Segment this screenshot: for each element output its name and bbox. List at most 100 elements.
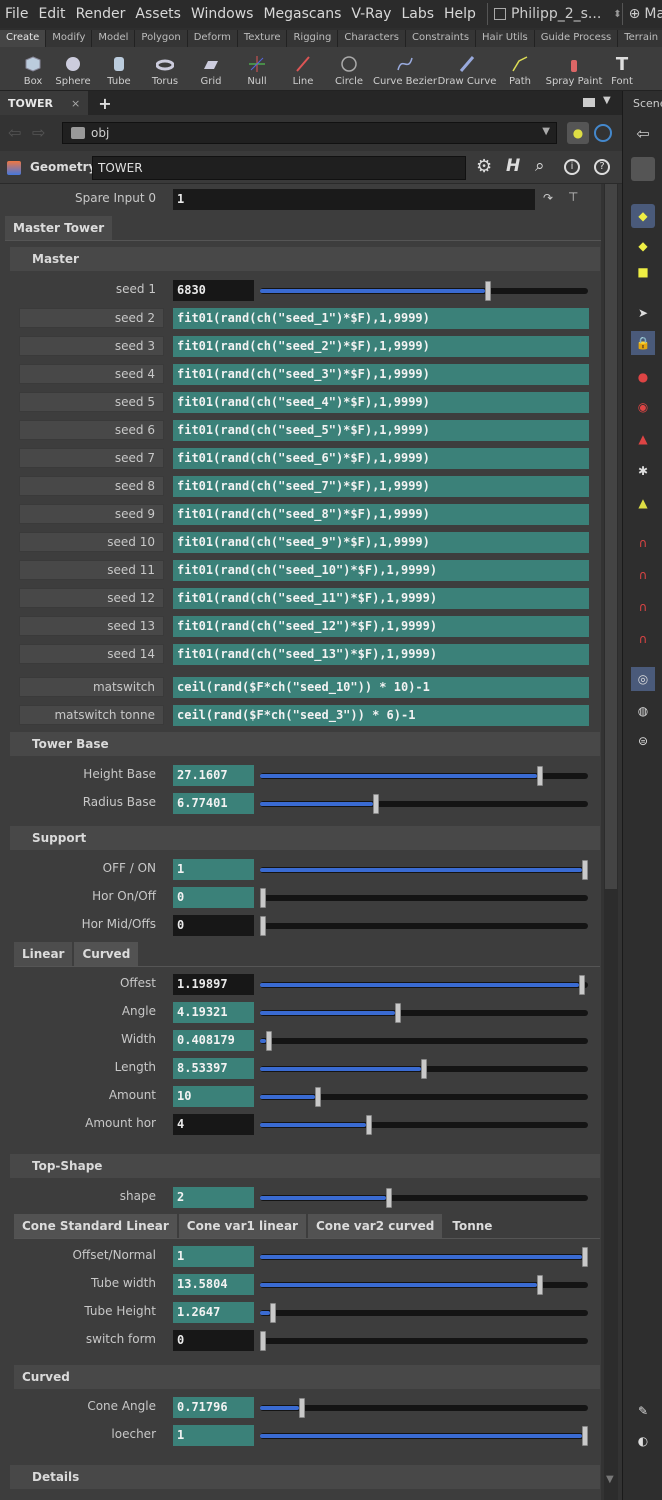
jump-arrow-icon[interactable]: ↷ (543, 191, 553, 205)
slider-handle[interactable] (314, 1087, 321, 1107)
shelf-tab-hair-utils[interactable]: Hair Utils (476, 30, 535, 47)
linear-slider[interactable] (260, 1031, 588, 1051)
seed-1-field[interactable]: 6830 (173, 280, 254, 301)
seed-5-field[interactable]: fit01(rand(ch("seed_4")*$F),1,9999) (173, 392, 589, 413)
shelf-tab-terrain[interactable]: Terrain (618, 30, 662, 47)
rotate-tool-icon[interactable]: ◉ (631, 395, 655, 419)
slider-handle[interactable] (372, 794, 379, 814)
tool-grid[interactable]: Grid (188, 47, 234, 90)
tab-cone-standard-linear[interactable]: Cone Standard Linear (14, 1214, 177, 1238)
path-field[interactable]: obj ▼ (62, 122, 557, 144)
linear-slider[interactable] (260, 1115, 588, 1135)
support-slider[interactable] (260, 916, 588, 936)
snap-icon[interactable]: ◍ (631, 699, 655, 723)
shelf-tab-polygon[interactable]: Polygon (135, 30, 188, 47)
pane-layout-icon[interactable] (583, 98, 595, 107)
shelf-tab-constraints[interactable]: Constraints (405, 30, 477, 47)
magnet-d-icon[interactable]: ∩ (631, 627, 655, 651)
menu-render[interactable]: Render (71, 6, 131, 22)
menu-megascans[interactable]: Megascans (258, 6, 346, 22)
pane-tab-tower[interactable]: TOWER × (0, 91, 89, 115)
pin-icon[interactable]: ● (567, 122, 589, 144)
node-name-field[interactable]: TOWER (92, 156, 466, 180)
section-master[interactable]: Master (10, 247, 600, 271)
slider-handle[interactable] (260, 888, 266, 908)
tool-font[interactable]: T Font (604, 47, 640, 90)
linear-slider[interactable] (260, 1003, 588, 1023)
tower-base-field[interactable]: 27.1607 (173, 765, 254, 786)
slider-handle[interactable] (298, 1398, 305, 1418)
tab-master-tower[interactable]: Master Tower (5, 216, 113, 240)
tower-base-slider[interactable] (260, 794, 588, 814)
seed-4-field[interactable]: fit01(rand(ch("seed_3")*$F),1,9999) (173, 364, 589, 385)
slider-handle[interactable] (582, 1426, 588, 1446)
shelf-tab-characters[interactable]: Characters (338, 30, 406, 47)
linear-field[interactable]: 0.408179 (173, 1030, 254, 1051)
scroll-down-icon[interactable]: ▼ (606, 1474, 614, 1485)
tonne-slider[interactable] (260, 1331, 588, 1351)
search-icon[interactable]: ⌕ (535, 156, 545, 176)
view-camera-icon[interactable]: ◎ (631, 667, 655, 691)
support-slider[interactable] (260, 888, 588, 908)
curved-field[interactable]: 1 (173, 1425, 254, 1446)
pane-menu-icon[interactable]: ▼ (603, 95, 611, 106)
menu-file[interactable]: File (0, 6, 33, 22)
slider-handle[interactable] (385, 1188, 392, 1208)
menu-vray[interactable]: V-Ray (346, 6, 396, 22)
linear-field[interactable]: 4.19321 (173, 1002, 254, 1023)
tab-tonne[interactable]: Tonne (444, 1214, 501, 1238)
magnet-c-icon[interactable]: ∩ (631, 595, 655, 619)
menu-assets[interactable]: Assets (130, 6, 186, 22)
tonne-field[interactable]: 0 (173, 1330, 254, 1351)
seed-12-field[interactable]: fit01(rand(ch("seed_11")*$F),1,9999) (173, 588, 589, 609)
seed-2-field[interactable]: fit01(rand(ch("seed_1")*$F),1,9999) (173, 308, 589, 329)
section-tower-base[interactable]: Tower Base (10, 732, 600, 756)
slider-handle[interactable] (260, 916, 266, 936)
slider-handle[interactable] (578, 975, 585, 995)
pointer-icon[interactable]: ➤ (631, 301, 655, 325)
tab-cone-var1-linear[interactable]: Cone var1 linear (178, 1214, 306, 1238)
handle-tool-icon[interactable]: ▲ (631, 491, 655, 515)
back-arrow-icon[interactable]: ⇦ (8, 123, 21, 142)
shelf-tab-guide-process[interactable]: Guide Process (534, 30, 619, 47)
tool-draw-curve[interactable]: Draw Curve (438, 47, 496, 90)
lock-icon[interactable]: 🔒 (631, 331, 655, 355)
link-icon[interactable] (594, 124, 612, 142)
shelf-tab-rigging[interactable]: Rigging (287, 30, 339, 47)
seed-3-field[interactable]: fit01(rand(ch("seed_2")*$F),1,9999) (173, 336, 589, 357)
slider-handle[interactable] (421, 1059, 427, 1079)
linear-field[interactable]: 1.19897 (173, 974, 254, 995)
tool-tube[interactable]: Tube (96, 47, 142, 90)
tonne-field[interactable]: 1.2647 (173, 1302, 254, 1323)
info-icon[interactable]: i (564, 159, 580, 175)
shelf-tab-model[interactable]: Model (92, 30, 136, 47)
tool-torus[interactable]: Torus (142, 47, 188, 90)
scrollbar[interactable]: ▼ (601, 184, 622, 1500)
support-slider[interactable] (260, 860, 588, 880)
seed-10-field[interactable]: fit01(rand(ch("seed_9")*$F),1,9999) (173, 532, 589, 553)
desktop-selector[interactable]: Philipp_2_s... ⬍ (486, 3, 622, 25)
seed-14-field[interactable]: fit01(rand(ch("seed_13")*$F),1,9999) (173, 644, 589, 665)
magnet-icon[interactable]: ∩ (631, 531, 655, 555)
seed-1-slider[interactable] (260, 281, 588, 301)
linear-slider[interactable] (260, 975, 588, 995)
gear-icon[interactable]: ⚙ (476, 156, 492, 177)
display-icon[interactable]: ⊜ (631, 729, 655, 753)
menu-edit[interactable]: Edit (33, 6, 70, 22)
tonne-slider[interactable] (260, 1303, 588, 1323)
tool-path[interactable]: Path (496, 47, 544, 90)
curved-slider[interactable] (260, 1426, 588, 1446)
tonne-slider[interactable] (260, 1275, 588, 1295)
tonne-field[interactable]: 1 (173, 1246, 254, 1267)
tab-cone-var2-curved[interactable]: Cone var2 curved (307, 1214, 443, 1238)
section-details[interactable]: Details (10, 1465, 600, 1489)
support-field[interactable]: 1 (173, 859, 254, 880)
slider-handle[interactable] (536, 766, 543, 786)
add-tab-icon[interactable]: + (98, 94, 111, 113)
seed-11-field[interactable]: fit01(rand(ch("seed_10")*$F),1,9999) (173, 560, 589, 581)
linear-field[interactable]: 8.53397 (173, 1058, 254, 1079)
magnet-b-icon[interactable]: ∩ (631, 563, 655, 587)
linear-field[interactable]: 10 (173, 1086, 254, 1107)
node-select-icon[interactable]: ⊤ (568, 190, 578, 204)
brush-icon[interactable]: ✎ (631, 1399, 655, 1423)
